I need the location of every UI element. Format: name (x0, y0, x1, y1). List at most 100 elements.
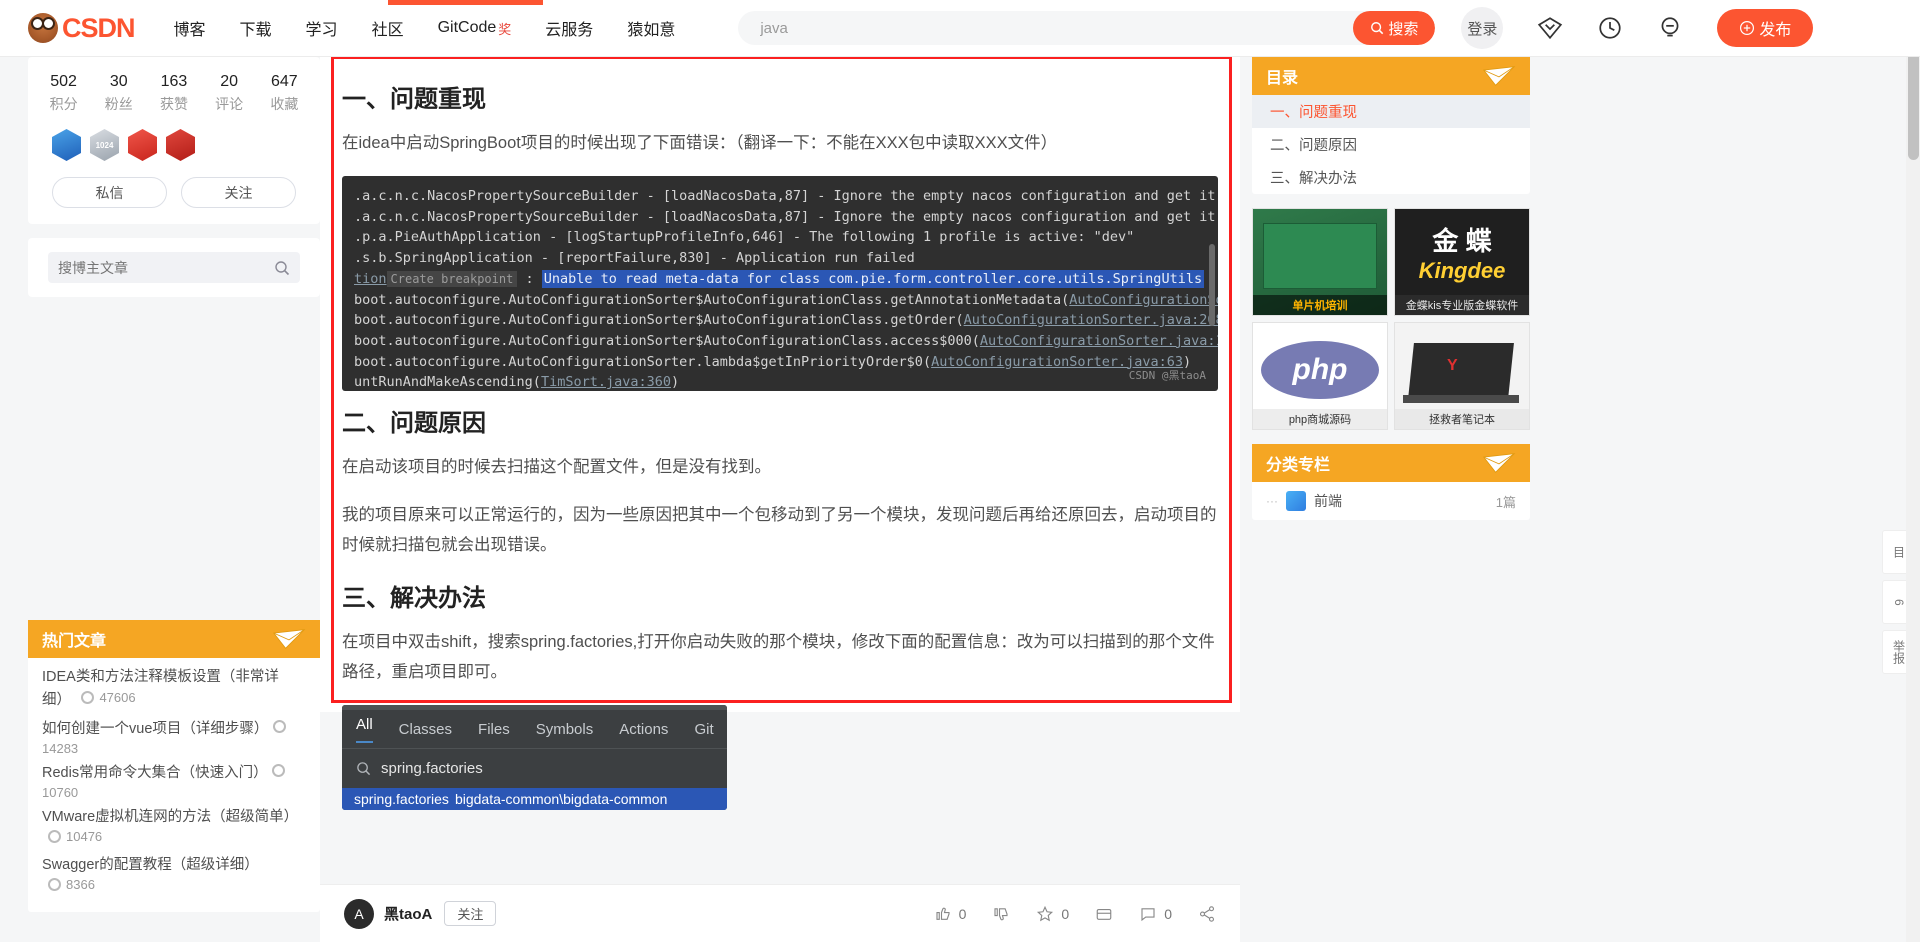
dislike-button[interactable] (992, 905, 1010, 923)
blog-expert-badge[interactable] (52, 129, 81, 161)
lightbulb-icon[interactable] (1657, 15, 1683, 41)
legion-laptop-ad[interactable]: Y 拯救者笔记本 (1394, 322, 1530, 430)
nav-item-gitcode[interactable]: GitCode 奖 (438, 19, 512, 38)
search-button-label: 搜索 (1388, 20, 1419, 38)
comment-button[interactable]: 0 (1139, 905, 1172, 923)
ad-caption: php商城源码 (1253, 409, 1387, 429)
stacktrace-link[interactable]: AutoConfigurationSorter.java: (1069, 292, 1218, 308)
toc-item-2[interactable]: 二、问题原因 (1252, 128, 1530, 161)
nav-item-download[interactable]: 下载 (240, 16, 272, 40)
engagement-bar: 0 0 0 (934, 905, 1216, 923)
nav-item-yuanruyi[interactable]: 猿如意 (627, 16, 675, 40)
category-icon (1286, 491, 1306, 511)
like-button[interactable]: 0 (934, 905, 966, 923)
tab-symbols[interactable]: Symbols (536, 721, 594, 738)
list-item[interactable]: 如何创建一个vue项目（详细步骤） 14283 (42, 718, 306, 756)
blog-search-box[interactable] (48, 252, 300, 283)
reward-button[interactable] (1095, 905, 1113, 923)
stacktrace-link[interactable]: TimSort.java:360 (541, 374, 671, 390)
hot-articles-card: 热门文章 IDEA类和方法注释模板设置（非常详细） 47606 如何创建一个vu… (28, 620, 320, 912)
clock-icon[interactable] (1597, 15, 1623, 41)
hot-article-title[interactable]: 如何创建一个vue项目（详细步骤） (42, 721, 268, 737)
mcu-training-ad[interactable]: 单片机培训 (1252, 208, 1388, 316)
eye-icon (272, 764, 286, 777)
list-item[interactable]: Redis常用命令大集合（快速入门） 10760 (42, 762, 306, 800)
breakpoint-separator: : (517, 270, 542, 287)
ad-caption: 单片机培训 (1253, 295, 1387, 315)
code-watermark: CSDN @黑taoA (1128, 369, 1206, 383)
hot-article-views: 10476 (48, 829, 102, 844)
hot-article-title[interactable]: Swagger的配置教程（超级详细） (42, 857, 259, 873)
kingdee-ad[interactable]: 金 蝶 Kingdee 金蝶kis专业版金蝶软件 (1394, 208, 1530, 316)
nav-accent-underline (388, 0, 543, 5)
page-scrollbar[interactable]: ▲ (1906, 0, 1920, 942)
stacktrace-link[interactable]: AutoConfigurationSorter.java:154 (980, 333, 1218, 349)
stat-value: 647 (270, 73, 298, 90)
login-button[interactable]: 登录 (1461, 7, 1504, 49)
search-input[interactable] (738, 11, 1354, 45)
stat-label: 评论 (215, 96, 244, 112)
share-icon (1199, 905, 1215, 922)
search-icon[interactable] (274, 260, 290, 276)
nav-item-cloud[interactable]: 云服务 (545, 16, 593, 40)
badge-text: 1024 (95, 140, 114, 150)
php-mall-ad[interactable]: php php商城源码 (1252, 322, 1388, 430)
list-item[interactable]: VMware虚拟机连网的方法（超级简单） 10476 (42, 806, 306, 848)
toc-item-1[interactable]: 一、问题重现 (1252, 95, 1530, 128)
csdn-logo[interactable]: CSDN (28, 13, 136, 44)
tab-classes[interactable]: Classes (399, 721, 452, 738)
nav-item-community[interactable]: 社区 (372, 16, 404, 40)
category-count: 1篇 (1495, 494, 1516, 510)
toc-item-3[interactable]: 三、解决办法 (1252, 161, 1530, 194)
private-message-button[interactable]: 私信 (52, 177, 167, 208)
hot-article-views: 8366 (48, 877, 95, 892)
php-logo: php (1261, 341, 1379, 399)
search-button[interactable]: 搜索 (1353, 11, 1436, 45)
publish-button[interactable]: 发布 (1717, 9, 1814, 47)
follow-author-button[interactable]: 关注 (181, 177, 296, 208)
hot-article-title[interactable]: Redis常用命令大集合（快速入门） (42, 765, 268, 781)
1024-badge[interactable]: 1024 (90, 129, 119, 161)
category-item-frontend[interactable]: ··· 前端 1篇 (1252, 482, 1530, 520)
diamond-icon[interactable] (1537, 15, 1563, 41)
table-of-contents-card: 目录 一、问题重现 二、问题原因 三、解决办法 (1252, 57, 1530, 194)
pen-badge[interactable] (166, 129, 195, 161)
cause-paragraph-1: 在启动该项目的时候去扫描这个配置文件，但是没有找到。 (342, 458, 771, 476)
intro-paragraph: 在idea中启动SpringBoot项目的时候出现了下面错误：（翻译一下：不能在… (342, 134, 1058, 152)
ide-search-result-row[interactable]: spring.factories bigdata-common\bigdata-… (342, 788, 727, 810)
avatar[interactable]: A (344, 898, 374, 929)
stat-value: 502 (50, 73, 77, 90)
tab-git[interactable]: Git (694, 721, 713, 738)
stacktrace-link[interactable]: AutoConfigurationSorter.java:208 (964, 312, 1218, 328)
stat-likes: 163 获赞 (160, 71, 188, 115)
nav-item-learn[interactable]: 学习 (306, 16, 338, 40)
breakpoint-prefix: tion (354, 270, 387, 287)
console-log-code-block: .a.c.n.c.NacosPropertySourceBuilder - [l… (342, 176, 1218, 391)
tab-all[interactable]: All (356, 716, 373, 743)
author-name[interactable]: 黑taoA (384, 903, 432, 924)
create-breakpoint-label[interactable]: Create breakpoint (386, 270, 518, 287)
solution-paragraph: 在项目中双击shift，搜索spring.factories,打开你启动失败的那… (342, 633, 1215, 681)
hot-article-title[interactable]: IDEA类和方法注释模板设置（非常详细） (42, 669, 279, 708)
tab-actions[interactable]: Actions (619, 721, 668, 738)
hot-article-title[interactable]: VMware虚拟机连网的方法（超级简单） (42, 809, 298, 825)
stat-label: 获赞 (159, 96, 188, 112)
scrollbar-thumb[interactable] (1908, 40, 1919, 160)
tab-files[interactable]: Files (478, 721, 510, 738)
follow-button[interactable]: 关注 (444, 901, 497, 926)
stat-label: 粉丝 (104, 96, 133, 112)
favorite-button[interactable]: 0 (1036, 905, 1069, 923)
cause-paragraph-2: 我的项目原来可以正常运行的，因为一些原因把其中一个包移动到了另一个模块，发现问题… (342, 506, 1217, 554)
plus-circle-icon (1740, 21, 1755, 35)
list-item[interactable]: IDEA类和方法注释模板设置（非常详细） 47606 (42, 666, 306, 712)
blog-search-input[interactable] (58, 259, 274, 276)
nav-item-blog[interactable]: 博客 (174, 16, 206, 40)
list-item[interactable]: Swagger的配置教程（超级详细） 8366 (42, 854, 306, 896)
achievement-badge[interactable] (128, 129, 157, 161)
share-button[interactable] (1198, 905, 1216, 923)
code-scrollbar[interactable] (1209, 244, 1215, 326)
ad-caption: 金蝶kis专业版金蝶软件 (1395, 295, 1529, 315)
global-search-box[interactable]: 搜索 (738, 11, 1436, 45)
ide-search-query-row[interactable]: spring.factories (342, 748, 727, 788)
category-title: 分类专栏 (1266, 457, 1331, 474)
